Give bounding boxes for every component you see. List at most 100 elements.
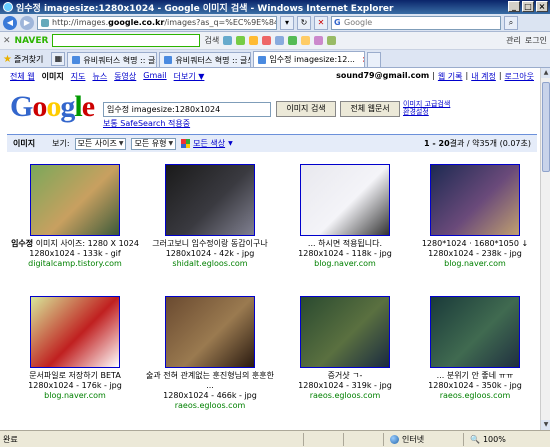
minimize-button[interactable]: _: [508, 1, 520, 12]
close-tab-icon[interactable]: ×: [362, 55, 364, 64]
image-search-button[interactable]: 이미지 검색: [276, 101, 336, 117]
tab-3-active[interactable]: 임수정 imagesize:12... ×: [253, 51, 366, 67]
web-history-link[interactable]: 웹 기록: [438, 71, 463, 82]
dictionary-icon[interactable]: [327, 36, 337, 45]
login-link[interactable]: 로그인: [525, 35, 547, 46]
browser-search-placeholder: Google: [344, 17, 373, 27]
safesearch-link[interactable]: 보통 SafeSearch 적용중: [103, 118, 190, 129]
advanced-image-search-link[interactable]: 이미지 고급검색: [403, 100, 450, 108]
result-thumbnail[interactable]: [165, 164, 255, 236]
result-site-link[interactable]: raeos.egloos.com: [280, 391, 410, 401]
result-thumbnail[interactable]: [30, 164, 120, 236]
result-caption: 증거샷 ㄱ-: [327, 371, 363, 380]
image-search-input[interactable]: 임수정 imagesize:1280x1024: [103, 102, 271, 117]
scroll-down-icon[interactable]: ▼: [541, 420, 550, 430]
window-title-bar: 임수정 imagesize:1280x1024 - Google 이미지 검색 …: [0, 0, 550, 14]
news-icon[interactable]: [262, 36, 272, 45]
result-thumbnail[interactable]: [165, 296, 255, 368]
tab-2[interactable]: 유비쿼터스 혁명 :: 글쓰기: [159, 52, 252, 67]
logout-link[interactable]: 로그아웃: [505, 71, 534, 82]
refresh-icon[interactable]: ↻: [297, 15, 311, 30]
size-select[interactable]: 모든 사이즈 ▼: [74, 137, 127, 150]
result-thumbnail[interactable]: [300, 164, 390, 236]
stop-icon[interactable]: ✕: [314, 15, 328, 30]
user-bar: sound79@gmail.com | 웹 기록 | 내 계정 | 로그아웃: [336, 71, 534, 82]
tab-label: 임수정 imagesize:12...: [269, 55, 355, 64]
cafe-icon[interactable]: [236, 36, 246, 45]
globe-icon: [390, 434, 399, 444]
filter-bar: 이미지 보기: 모든 사이즈 ▼ 모든 유형 ▼ 모든 색상 ▼ 1 - 20결과 …: [7, 134, 537, 152]
tab-list-icon[interactable]: ▦: [51, 52, 66, 66]
result-site-link[interactable]: digitalcamp.tistory.com: [10, 259, 140, 269]
web-search-button[interactable]: 전체 웹문서: [340, 101, 400, 117]
status-bar: 완료 인터넷 🔍 100%: [0, 430, 550, 447]
result-site-link[interactable]: raeos.egloos.com: [410, 391, 540, 401]
color-palette-icon: [181, 139, 191, 148]
nav-video[interactable]: 동영상: [114, 71, 136, 82]
internet-zone: 인터넷: [383, 432, 463, 446]
color-select[interactable]: 모든 색상 ▼: [181, 138, 233, 149]
nav-web[interactable]: 전체 웹: [10, 71, 35, 82]
my-account-link[interactable]: 내 계정: [471, 71, 496, 82]
nav-gmail[interactable]: Gmail: [143, 71, 166, 82]
result-caption: ... 분위기 안 좋네 ㅠㅠ: [436, 371, 514, 380]
back-button[interactable]: ◀: [3, 15, 17, 30]
settings-link[interactable]: 관리: [506, 35, 521, 46]
result-site-link[interactable]: blog.naver.com: [410, 259, 540, 269]
window-controls: _ □ ×: [508, 1, 548, 12]
result-site-link[interactable]: blog.naver.com: [280, 259, 410, 269]
result-thumbnail[interactable]: [430, 296, 520, 368]
result-thumbnail[interactable]: [30, 296, 120, 368]
results-summary: 결과 / 약35개 (0.07초): [449, 139, 531, 148]
result-caption: 임수정 이미지 사이즈: 1280 X 1024: [11, 239, 139, 248]
window-title: 임수정 imagesize:1280x1024 - Google 이미지 검색 …: [16, 3, 394, 14]
result-meta: 1280x1024 - 238k - jpg: [428, 249, 522, 258]
star-icon: ★: [3, 53, 12, 65]
naver-logo[interactable]: NAVER: [15, 36, 49, 46]
me-icon[interactable]: [275, 36, 285, 45]
memo-icon[interactable]: [301, 36, 311, 45]
blog-icon[interactable]: [249, 36, 259, 45]
chevron-down-icon: ▼: [228, 140, 233, 147]
favorites-button[interactable]: ★ 즐겨찾기: [3, 51, 43, 67]
nav-more[interactable]: 더보기 ▼: [174, 71, 205, 82]
google-logo[interactable]: Google: [10, 90, 95, 124]
vertical-scrollbar[interactable]: ▲ ▼: [540, 68, 550, 430]
search-icon[interactable]: ⌕: [504, 15, 518, 30]
size-select-value: 모든 사이즈: [77, 138, 117, 148]
mail-icon[interactable]: [223, 36, 233, 45]
tab-1[interactable]: 유비쿼터스 혁명 :: 글쓰기: [67, 52, 158, 67]
close-window-button[interactable]: ×: [536, 1, 548, 12]
scroll-up-icon[interactable]: ▲: [541, 68, 550, 78]
scroll-thumb[interactable]: [542, 82, 550, 172]
result-meta: 1280x1024 - 319k - jpg: [298, 381, 392, 390]
preferences-link[interactable]: 환경설정: [403, 108, 450, 116]
result-site-link[interactable]: raeos.egloos.com: [145, 401, 275, 411]
zoom-control[interactable]: 🔍 100%: [463, 432, 512, 446]
url-field[interactable]: http://images.google.co.kr/images?as_q=%…: [37, 15, 277, 30]
music-icon[interactable]: [314, 36, 324, 45]
new-tab[interactable]: [367, 52, 382, 67]
go-dropdown-icon[interactable]: ▾: [280, 15, 294, 30]
close-toolbar-icon[interactable]: ✕: [3, 36, 11, 46]
nav-maps[interactable]: 지도: [71, 71, 86, 82]
nav-news[interactable]: 뉴스: [92, 71, 107, 82]
type-select[interactable]: 모든 유형 ▼: [131, 137, 177, 150]
result-site-link[interactable]: shidalt.egloos.com: [145, 259, 275, 269]
status-pane: [343, 432, 383, 446]
result-site-link[interactable]: blog.naver.com: [10, 391, 140, 401]
result-item: 1280*1024 · 1680*1050 ↓ 1280x1024 - 238k …: [410, 164, 540, 269]
forward-button[interactable]: ▶: [20, 15, 34, 30]
status-text: 완료: [3, 434, 18, 444]
browser-search-input[interactable]: Google: [331, 15, 501, 30]
naver-search-input[interactable]: [52, 34, 201, 47]
tabs-bar: ★ 즐겨찾기 ▦ 유비쿼터스 혁명 :: 글쓰기 유비쿼터스 혁명 :: 글쓰기…: [0, 50, 550, 68]
naver-search-button[interactable]: 검색: [204, 35, 219, 46]
calendar-icon[interactable]: [288, 36, 298, 45]
zoom-level: 100%: [482, 434, 506, 444]
maximize-button[interactable]: □: [522, 1, 534, 12]
result-caption: 1280*1024 · 1680*1050 ↓: [421, 239, 529, 248]
result-thumbnail[interactable]: [300, 296, 390, 368]
result-thumbnail[interactable]: [430, 164, 520, 236]
result-item: 문서파일로 저장하기 BETA 1280x1024 - 176k - jpg blo…: [10, 296, 140, 401]
